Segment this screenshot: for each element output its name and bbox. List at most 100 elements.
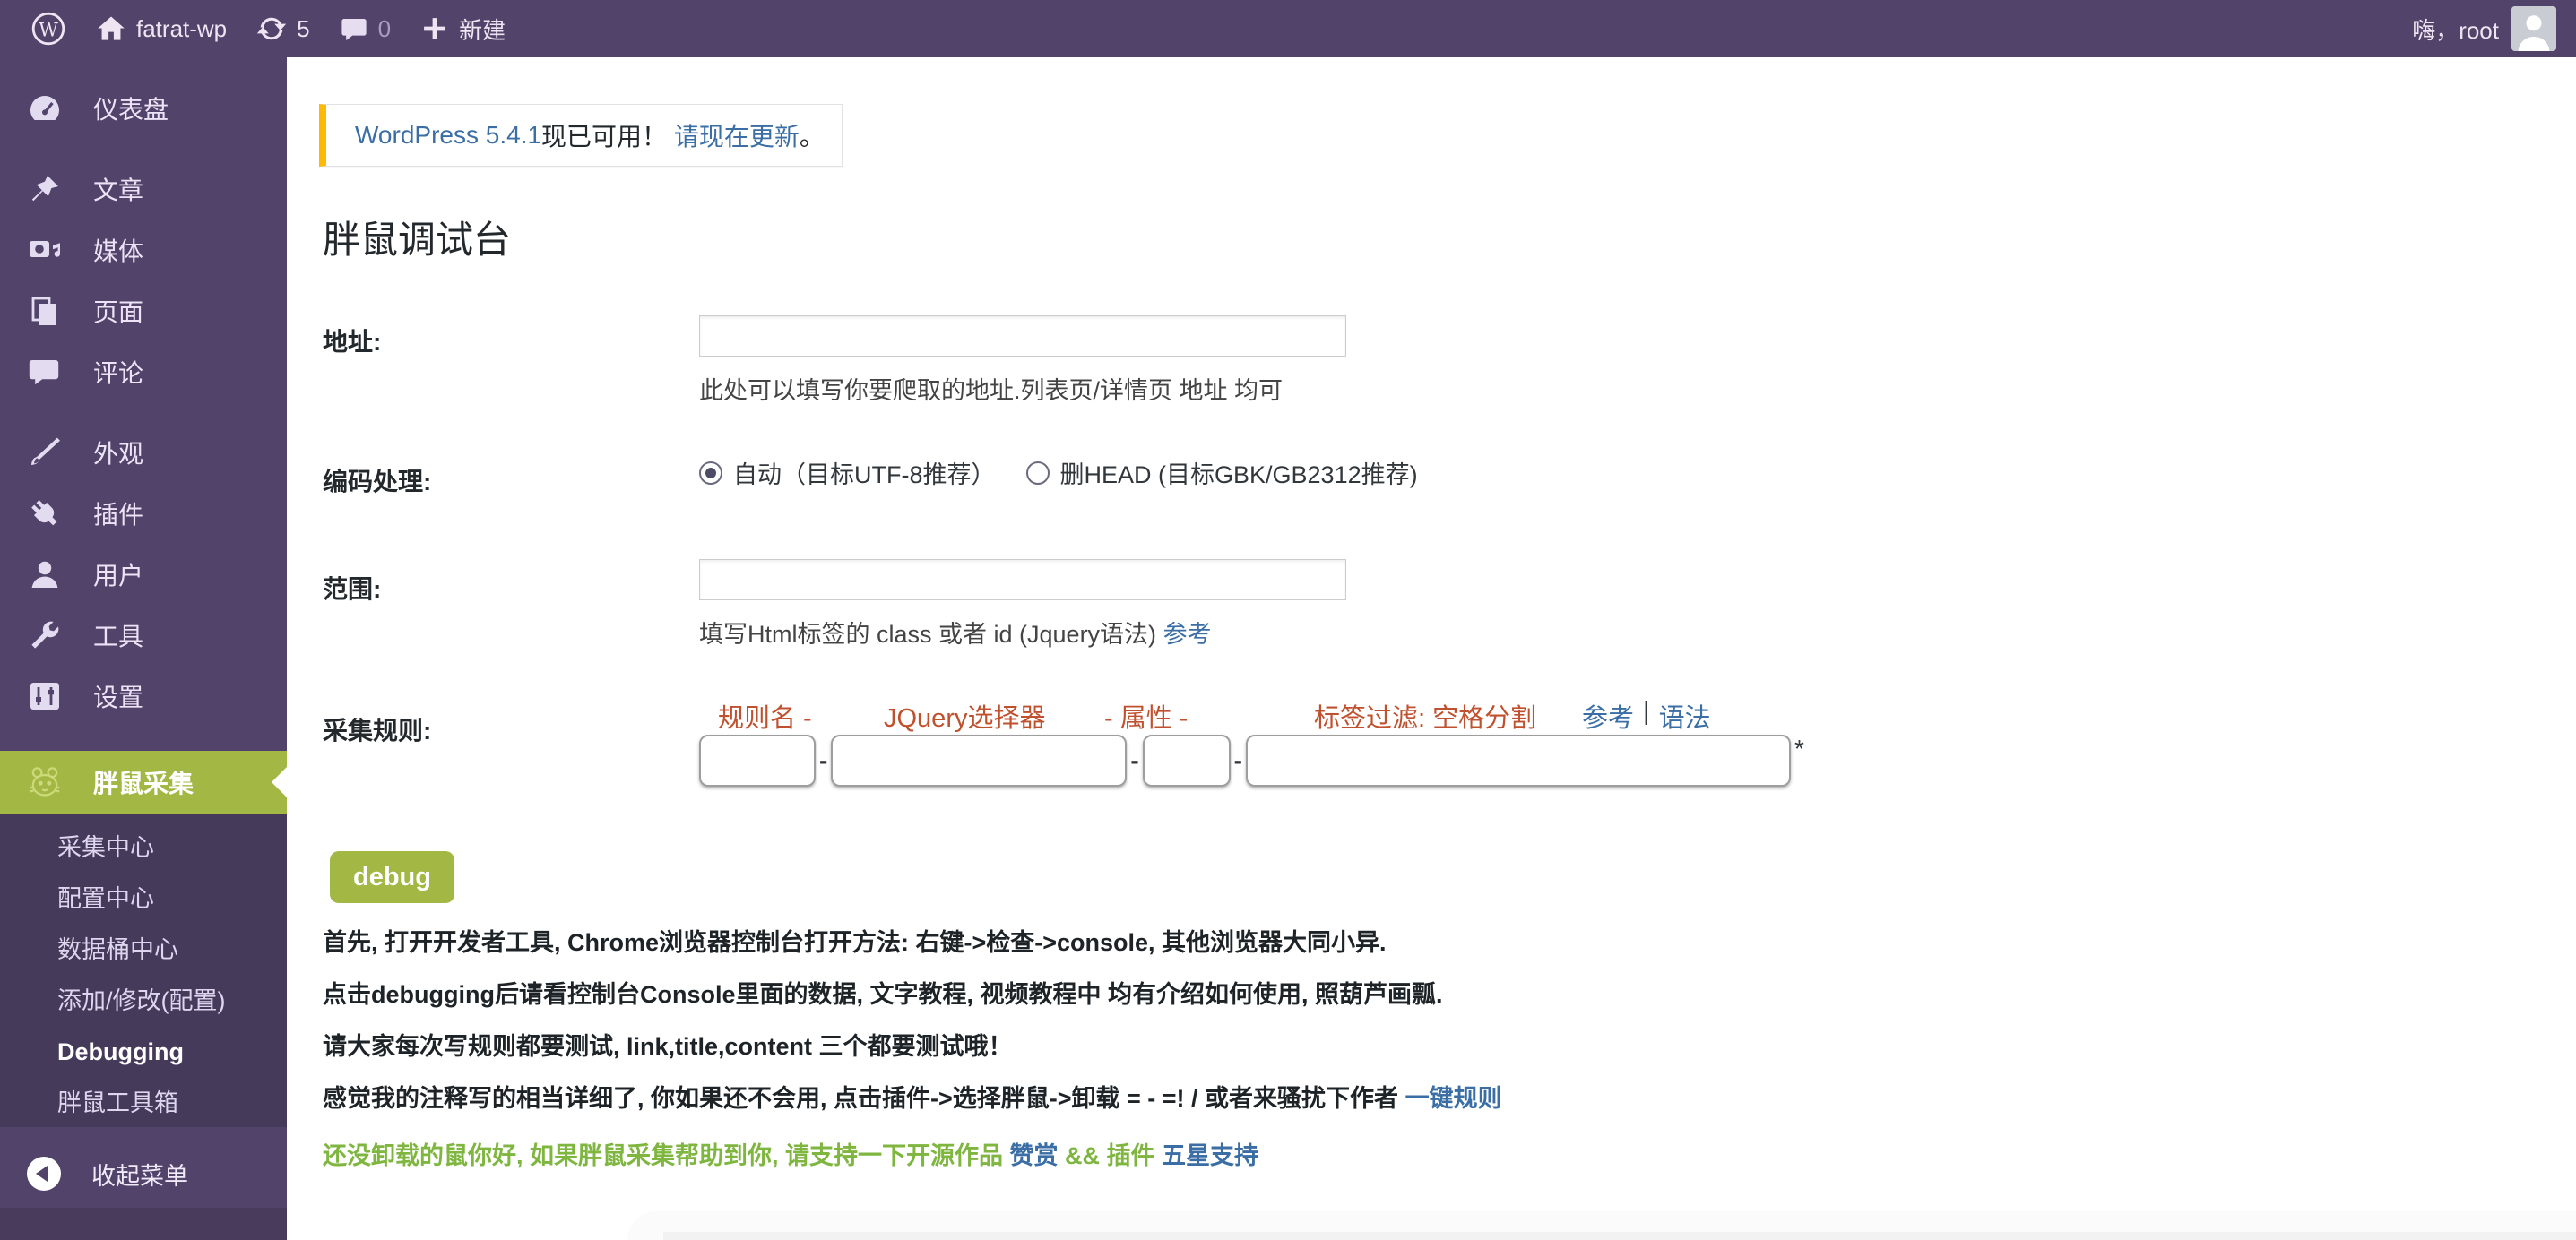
wordpress-version-link[interactable]: WordPress 5.4.1 bbox=[355, 121, 541, 150]
new-content-menu[interactable]: 新建 bbox=[405, 0, 520, 57]
user-greeting[interactable]: 嗨，root bbox=[2412, 13, 2499, 46]
scope-label: 范围: bbox=[323, 570, 381, 606]
brush-icon bbox=[27, 435, 63, 470]
rule-tag-filter-input[interactable] bbox=[1246, 735, 1791, 787]
instruction-line-3: 请大家每次写规则都要测试, link,title,content 三个都要测试哦… bbox=[323, 1027, 1013, 1062]
sidebar-label: 仪表盘 bbox=[93, 90, 169, 126]
rule-name-input[interactable] bbox=[699, 735, 816, 787]
admin-top-bar: W fatrat-wp 5 0 bbox=[0, 0, 2576, 57]
submenu-item-debugging[interactable]: Debugging bbox=[0, 1027, 287, 1078]
avatar[interactable] bbox=[2511, 6, 2556, 51]
comments-link[interactable]: 0 bbox=[324, 0, 405, 57]
wordpress-logo-menu[interactable]: W bbox=[16, 0, 81, 57]
submenu-item-config-center[interactable]: 配置中心 bbox=[0, 874, 287, 925]
wordpress-admin-screen: W fatrat-wp 5 0 bbox=[0, 0, 2576, 1240]
wordpress-logo-icon: W bbox=[30, 11, 66, 47]
rules-syntax-link[interactable]: 语法 bbox=[1659, 697, 1711, 735]
new-label: 新建 bbox=[459, 13, 506, 46]
sidebar-item-media[interactable]: 媒体 bbox=[0, 220, 287, 280]
collapse-arrow-icon bbox=[27, 1157, 61, 1191]
rule-separator: - bbox=[819, 746, 827, 775]
admin-bar-left: W fatrat-wp 5 0 bbox=[0, 0, 520, 57]
site-name-link[interactable]: fatrat-wp bbox=[81, 0, 241, 57]
updates-icon bbox=[255, 13, 288, 45]
sidebar-item-posts[interactable]: 文章 bbox=[0, 159, 287, 220]
scope-input[interactable] bbox=[699, 559, 1346, 600]
rule-attr-input[interactable] bbox=[1143, 735, 1231, 787]
sidebar-item-tools[interactable]: 工具 bbox=[0, 605, 287, 666]
submenu-item-toolbox[interactable]: 胖鼠工具箱 bbox=[0, 1078, 287, 1129]
scope-helper: 填写Html标签的 class 或者 id (Jquery语法) 参考 bbox=[699, 615, 1212, 650]
radio-unselected-icon[interactable] bbox=[1026, 461, 1050, 485]
debug-button[interactable]: debug bbox=[330, 851, 454, 903]
plus-icon bbox=[419, 13, 450, 44]
sidebar-item-fatrat-collect[interactable]: 胖鼠采集 bbox=[0, 751, 287, 814]
instruction-line-2: 点击debugging后请看控制台Console里面的数据, 文字教程, 视频教… bbox=[323, 975, 1443, 1010]
support-text-2: && 插件 bbox=[1059, 1142, 1163, 1169]
instruction-line-4: 感觉我的注释写的相当详细了, 你如果还不会用, 点击插件->选择胖鼠->卸载 =… bbox=[323, 1079, 1502, 1114]
update-now-link[interactable]: 请现在更新 bbox=[674, 117, 800, 153]
address-input[interactable] bbox=[699, 315, 1346, 357]
rule-separator: - bbox=[1234, 746, 1242, 775]
support-line: 还没卸载的鼠你好, 如果胖鼠采集帮助到你, 请支持一下开源作品 赞赏 && 插件… bbox=[323, 1136, 1258, 1171]
fatrat-submenu: 采集中心 配置中心 数据桶中心 添加/修改(配置) Debugging 胖鼠工具… bbox=[0, 814, 287, 1127]
sidebar-bottom-strip bbox=[0, 1208, 287, 1240]
submenu-item-add-modify[interactable]: 添加/修改(配置) bbox=[0, 976, 287, 1027]
encoding-options: 自动（目标UTF-8推荐） 删HEAD (目标GBK/GB2312推荐) bbox=[699, 455, 1418, 490]
rule-header-name: 规则名 - bbox=[718, 697, 812, 735]
instruction-line-4-text: 感觉我的注释写的相当详细了, 你如果还不会用, 点击插件->选择胖鼠->卸载 =… bbox=[323, 1085, 1405, 1112]
rule-separator: - bbox=[1130, 746, 1138, 775]
submenu-item-collect-center[interactable]: 采集中心 bbox=[0, 822, 287, 874]
encoding-option-auto[interactable]: 自动（目标UTF-8推荐） bbox=[699, 455, 996, 490]
sidebar-item-pages[interactable]: 页面 bbox=[0, 280, 287, 341]
home-icon bbox=[95, 13, 127, 45]
sidebar-label: 媒体 bbox=[93, 232, 143, 268]
sidebar-label: 工具 bbox=[93, 617, 143, 653]
camera-icon bbox=[27, 232, 63, 268]
donate-link[interactable]: 赞赏 bbox=[1010, 1142, 1059, 1169]
updates-count: 5 bbox=[297, 15, 309, 43]
rules-header: 规则名 - JQuery选择器 - 属性 - 标签过滤: 空格分割 参考 | 语… bbox=[699, 697, 2133, 731]
comments-count: 0 bbox=[378, 15, 391, 43]
sidebar-item-appearance[interactable]: 外观 bbox=[0, 422, 287, 483]
scope-reference-link[interactable]: 参考 bbox=[1163, 621, 1212, 648]
rule-selector-input[interactable] bbox=[831, 735, 1127, 787]
five-star-link[interactable]: 五星支持 bbox=[1162, 1142, 1258, 1169]
radio-label: 自动（目标UTF-8推荐） bbox=[733, 455, 996, 490]
support-text-1: 还没卸载的鼠你好, 如果胖鼠采集帮助到你, 请支持一下开源作品 bbox=[323, 1142, 1010, 1169]
admin-bar-right: 嗨，root bbox=[2412, 0, 2576, 57]
console-output-panel-strip bbox=[663, 1232, 2576, 1240]
submenu-item-data-bucket[interactable]: 数据桶中心 bbox=[0, 925, 287, 976]
rule-header-tag-filter: 标签过滤: 空格分割 bbox=[1314, 697, 1536, 735]
sidebar-item-users[interactable]: 用户 bbox=[0, 544, 287, 605]
sidebar-item-comments[interactable]: 评论 bbox=[0, 341, 287, 402]
collapse-menu-button[interactable]: 收起菜单 bbox=[0, 1147, 287, 1201]
user-icon bbox=[27, 556, 63, 592]
address-helper: 此处可以填写你要爬取的地址.列表页/详情页 地址 均可 bbox=[699, 371, 1283, 406]
collect-rules: 规则名 - JQuery选择器 - 属性 - 标签过滤: 空格分割 参考 | 语… bbox=[699, 697, 2133, 787]
sidebar-label: 设置 bbox=[93, 678, 143, 714]
sidebar-item-settings[interactable]: 设置 bbox=[0, 666, 287, 727]
one-key-rules-link[interactable]: 一键规则 bbox=[1405, 1085, 1502, 1112]
sidebar-label: 用户 bbox=[93, 556, 143, 592]
rules-reference-link[interactable]: 参考 bbox=[1582, 697, 1634, 735]
encoding-option-delhead[interactable]: 删HEAD (目标GBK/GB2312推荐) bbox=[1026, 455, 1418, 490]
radio-label: 删HEAD (目标GBK/GB2312推荐) bbox=[1060, 455, 1418, 490]
sidebar-item-dashboard[interactable]: 仪表盘 bbox=[0, 78, 287, 139]
pushpin-icon bbox=[27, 171, 63, 207]
required-asterisk: * bbox=[1794, 735, 1804, 763]
encoding-label: 编码处理: bbox=[323, 462, 431, 498]
pages-icon bbox=[27, 293, 63, 329]
rules-label: 采集规则: bbox=[323, 711, 431, 747]
address-label: 地址: bbox=[323, 323, 381, 358]
sidebar-label: 胖鼠采集 bbox=[93, 764, 194, 800]
sidebar-item-plugins[interactable]: 插件 bbox=[0, 483, 287, 544]
plug-icon bbox=[27, 495, 63, 531]
updates-link[interactable]: 5 bbox=[241, 0, 324, 57]
notice-period: 。 bbox=[800, 117, 825, 153]
scope-helper-text: 填写Html标签的 class 或者 id (Jquery语法) bbox=[699, 621, 1163, 648]
radio-selected-icon[interactable] bbox=[699, 461, 722, 485]
sidebar-label: 外观 bbox=[93, 435, 143, 470]
settings-icon bbox=[27, 678, 63, 714]
site-name-label: fatrat-wp bbox=[136, 15, 227, 43]
